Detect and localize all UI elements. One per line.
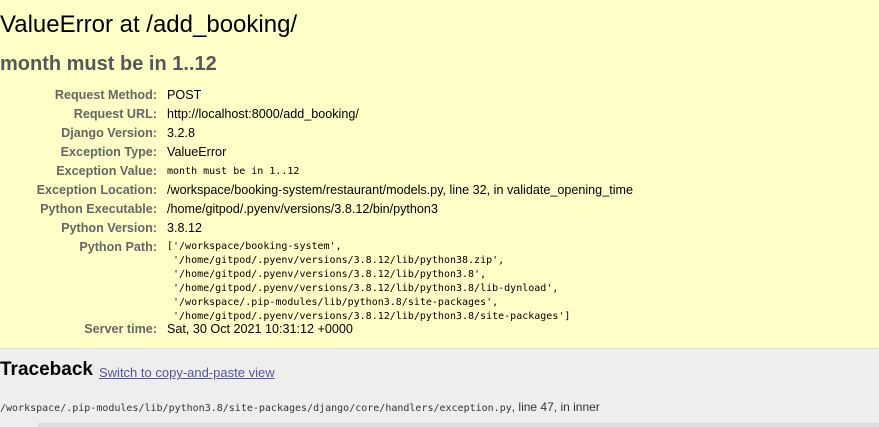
meta-value: ValueError [167,145,227,159]
meta-key: Python Version: [61,221,157,235]
meta-row-request-url: Request URL: http://localhost:8000/add_b… [0,107,879,126]
error-message: month must be in 1..12 [0,53,217,75]
switch-copy-paste-link[interactable]: Switch to copy-and-paste view [99,365,275,380]
python-path-line: '/workspace/.pip-modules/lib/python3.8/s… [167,297,499,308]
meta-key: Exception Location: [36,183,157,197]
meta-value: POST [167,88,202,102]
traceback-heading: Traceback [0,359,93,380]
meta-row-django-version: Django Version: 3.2.8 [0,126,879,145]
error-summary: ValueError at /add_booking/ month must b… [0,0,879,349]
frame-location: , line 47, in inner [511,400,600,414]
meta-row-server-time: Server time: Sat, 30 Oct 2021 10:31:12 +… [0,322,879,341]
meta-value: http://localhost:8000/add_booking/ [167,107,359,121]
frame-filename: /workspace/.pip-modules/lib/python3.8/si… [0,403,512,414]
traceback-section: Traceback Switch to copy-and-paste view … [0,349,879,427]
meta-value: 3.2.8 [167,126,196,140]
meta-value: /home/gitpod/.pyenv/versions/3.8.12/bin/… [167,202,438,216]
meta-value: Sat, 30 Oct 2021 10:31:12 +0000 [167,322,353,336]
traceback-frame[interactable]: /workspace/.pip-modules/lib/python3.8/si… [0,400,600,414]
python-path-list: ['/workspace/booking-system', '/home/git… [167,240,570,324]
meta-row-python-path: Python Path: ['/workspace/booking-system… [0,240,879,324]
meta-row-exception-type: Exception Type: ValueError [0,145,879,164]
meta-value: month must be in 1..12 [167,166,300,177]
python-path-line: '/home/gitpod/.pyenv/versions/3.8.12/lib… [167,283,559,294]
python-path-line: ['/workspace/booking-system', [167,241,342,252]
python-path-line: '/home/gitpod/.pyenv/versions/3.8.12/lib… [167,255,505,266]
meta-key: Request Method: [54,88,157,102]
meta-row-python-version: Python Version: 3.8.12 [0,221,879,240]
meta-row-python-executable: Python Executable: /home/gitpod/.pyenv/v… [0,202,879,221]
meta-key: Exception Value: [56,164,157,178]
meta-row-exception-location: Exception Location: /workspace/booking-s… [0,183,879,202]
meta-row-request-method: Request Method: POST [0,88,879,107]
meta-key: Python Path: [79,240,157,254]
meta-key: Django Version: [61,126,157,140]
meta-key: Request URL: [73,107,157,121]
meta-key: Python Executable: [40,202,157,216]
meta-value: 3.8.12 [167,221,203,235]
meta-row-exception-value: Exception Value: month must be in 1..12 [0,164,879,183]
meta-key: Exception Type: [60,145,157,159]
meta-key: Server time: [84,322,157,336]
frame-context-strip [38,423,879,427]
error-title: ValueError at /add_booking/ [0,11,298,38]
python-path-line: '/home/gitpod/.pyenv/versions/3.8.12/lib… [167,269,487,280]
meta-value: /workspace/booking-system/restaurant/mod… [167,183,633,197]
